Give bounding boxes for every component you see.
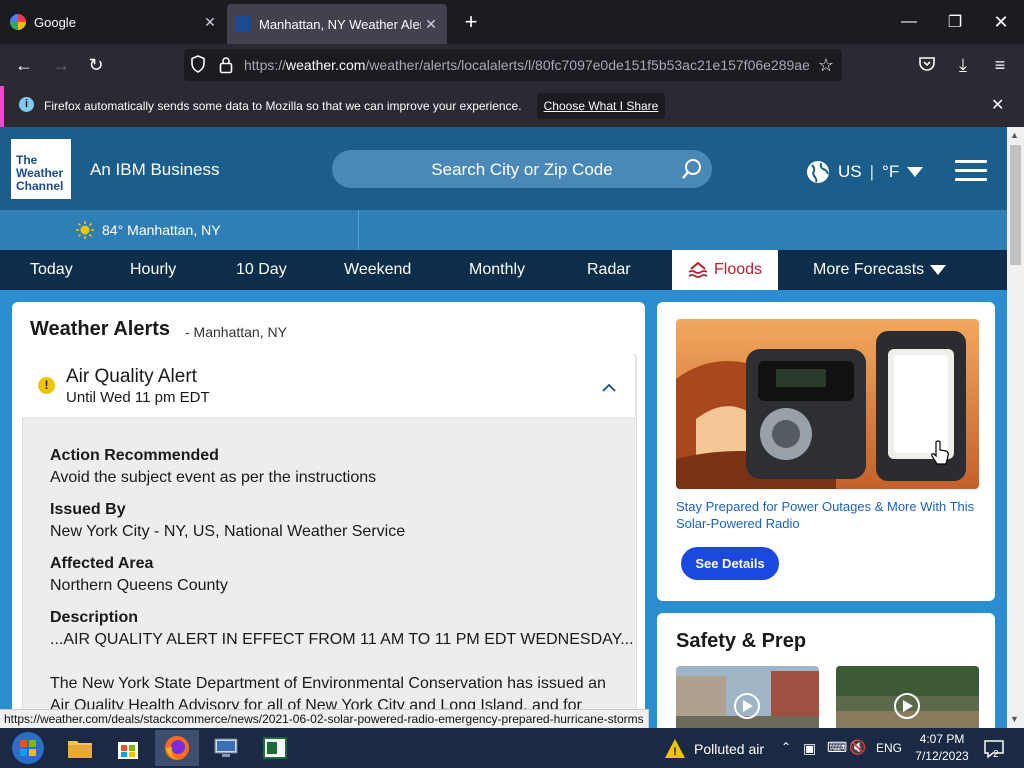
status-url-tooltip: https://weather.com/deals/stackcommerce/… bbox=[0, 709, 649, 730]
network-icon[interactable]: ⌨ bbox=[827, 739, 847, 756]
speaker-muted-icon[interactable]: 🔇 bbox=[849, 739, 866, 756]
firefox-icon[interactable] bbox=[155, 730, 199, 766]
close-tab-icon[interactable]: ✕ bbox=[200, 14, 220, 31]
choose-what-i-share-button[interactable]: Choose What I Share bbox=[537, 93, 665, 119]
new-tab-button[interactable]: + bbox=[459, 10, 483, 34]
description-line: ...AIR QUALITY ALERT IN EFFECT FROM 11 A… bbox=[50, 631, 634, 648]
sun-icon bbox=[76, 221, 94, 239]
back-button[interactable]: ← bbox=[11, 53, 37, 77]
divider bbox=[358, 210, 359, 250]
current-conditions[interactable]: 84° Manhattan, NY bbox=[76, 221, 221, 239]
scroll-down-icon[interactable]: ▼ bbox=[1010, 714, 1019, 724]
nav-10-day[interactable]: 10 Day bbox=[236, 250, 287, 290]
notification-message: Firefox automatically sends some data to… bbox=[44, 99, 522, 113]
search-icon[interactable] bbox=[681, 158, 703, 180]
weather-channel-favicon-icon bbox=[235, 16, 251, 32]
file-explorer-icon[interactable] bbox=[58, 730, 102, 766]
scroll-up-icon[interactable]: ▲ bbox=[1010, 130, 1019, 140]
hamburger-menu-icon[interactable] bbox=[955, 160, 987, 187]
locale-country: US bbox=[838, 162, 862, 181]
forward-button[interactable]: → bbox=[48, 53, 74, 77]
alerts-location: - Manhattan, NY bbox=[185, 324, 287, 340]
locale-unit: °F bbox=[882, 162, 900, 181]
url-text[interactable]: https://weather.com/weather/alerts/local… bbox=[244, 57, 809, 73]
web-page: The Weather Channel An IBM Business Sear… bbox=[0, 127, 1007, 728]
nav-weekend[interactable]: Weekend bbox=[344, 250, 411, 290]
bookmark-star-icon[interactable]: ☆ bbox=[813, 53, 839, 77]
language-indicator[interactable]: ENG bbox=[876, 741, 902, 755]
action-value: Avoid the subject event as per the instr… bbox=[50, 469, 377, 486]
issued-label: Issued By bbox=[50, 501, 126, 518]
minimize-button[interactable]: — bbox=[886, 0, 932, 44]
ad-headline-link[interactable]: Stay Prepared for Power Outages & More W… bbox=[676, 498, 976, 532]
globe-icon bbox=[807, 161, 829, 183]
notification-count: 2 bbox=[993, 749, 999, 760]
menu-icon[interactable]: ≡ bbox=[987, 53, 1013, 77]
current-temp: 84° bbox=[102, 222, 124, 238]
scrollbar-thumb[interactable] bbox=[1010, 145, 1021, 265]
nav-more-forecasts[interactable]: More Forecasts bbox=[813, 250, 947, 290]
chevron-down-icon bbox=[930, 265, 947, 275]
close-tab-icon[interactable]: ✕ bbox=[421, 16, 441, 33]
remote-desktop-icon[interactable] bbox=[204, 730, 248, 766]
clock[interactable]: 4:07 PM 7/12/2023 bbox=[912, 731, 972, 765]
pocket-icon[interactable] bbox=[918, 55, 938, 75]
nav-monthly[interactable]: Monthly bbox=[469, 250, 525, 290]
flood-icon bbox=[688, 262, 708, 278]
nav-today[interactable]: Today bbox=[30, 250, 73, 290]
issued-value: New York City - NY, US, National Weather… bbox=[50, 523, 406, 540]
nav-radar[interactable]: Radar bbox=[587, 250, 631, 290]
chevron-down-icon bbox=[907, 167, 924, 177]
locale-divider: | bbox=[869, 162, 875, 181]
store-icon[interactable] bbox=[106, 730, 150, 766]
video-thumbnail[interactable] bbox=[836, 666, 979, 728]
nav-hourly[interactable]: Hourly bbox=[130, 250, 176, 290]
video-thumbnail[interactable] bbox=[676, 666, 819, 728]
action-label: Action Recommended bbox=[50, 447, 219, 464]
tab-title: Manhattan, NY Weather Alerts bbox=[259, 16, 421, 32]
current-location: Manhattan, NY bbox=[127, 222, 221, 238]
chevron-up-icon[interactable] bbox=[602, 379, 616, 392]
show-hidden-icons[interactable]: ⌃ bbox=[781, 740, 791, 754]
start-button[interactable] bbox=[4, 729, 52, 767]
alert-name: Air Quality Alert bbox=[66, 366, 197, 387]
see-details-button[interactable]: See Details bbox=[681, 547, 779, 580]
tab-google[interactable]: Google ✕ bbox=[0, 0, 226, 44]
search-placeholder[interactable]: Search City or Zip Code bbox=[332, 160, 712, 180]
page-title: Weather Alerts bbox=[30, 318, 171, 340]
clock-time: 4:07 PM bbox=[919, 732, 965, 746]
ibm-tagline: An IBM Business bbox=[90, 160, 220, 179]
downloads-icon[interactable]: ⤓ bbox=[950, 53, 976, 77]
hand-cursor-icon bbox=[930, 440, 950, 466]
safety-prep-title: Safety & Prep bbox=[676, 630, 807, 652]
close-window-button[interactable]: ✕ bbox=[978, 0, 1024, 44]
restore-button[interactable]: ❐ bbox=[932, 0, 978, 44]
area-value: Northern Queens County bbox=[50, 577, 228, 594]
close-notification-icon[interactable]: ✕ bbox=[991, 95, 1004, 115]
app-window-icon[interactable] bbox=[253, 730, 297, 766]
warning-icon: ! bbox=[38, 377, 55, 394]
area-label: Affected Area bbox=[50, 555, 154, 572]
clock-date: 7/12/2023 bbox=[915, 749, 969, 763]
info-icon: i bbox=[19, 97, 34, 112]
weather-channel-logo[interactable]: The Weather Channel bbox=[11, 139, 71, 199]
alert-until: Until Wed 11 pm EDT bbox=[66, 389, 210, 406]
google-icon bbox=[10, 14, 26, 30]
nav-floods[interactable]: Floods bbox=[672, 250, 778, 290]
reload-button[interactable]: ↻ bbox=[83, 53, 109, 77]
device-icon[interactable]: ▣ bbox=[803, 740, 816, 757]
tab-weather-alerts[interactable]: Manhattan, NY Weather Alerts ✕ bbox=[227, 4, 447, 44]
air-quality-icon[interactable]: ! bbox=[664, 738, 686, 760]
locale-selector[interactable]: US | °F bbox=[806, 160, 924, 184]
shield-icon[interactable] bbox=[190, 55, 208, 75]
tab-title: Google bbox=[34, 14, 76, 30]
windows-taskbar bbox=[0, 728, 1024, 768]
svg-text:!: ! bbox=[673, 746, 677, 758]
description-line: The New York State Department of Environ… bbox=[50, 675, 606, 692]
description-label: Description bbox=[50, 609, 139, 626]
weather-widget-text[interactable]: Polluted air bbox=[694, 741, 764, 757]
lock-icon[interactable] bbox=[219, 56, 233, 74]
